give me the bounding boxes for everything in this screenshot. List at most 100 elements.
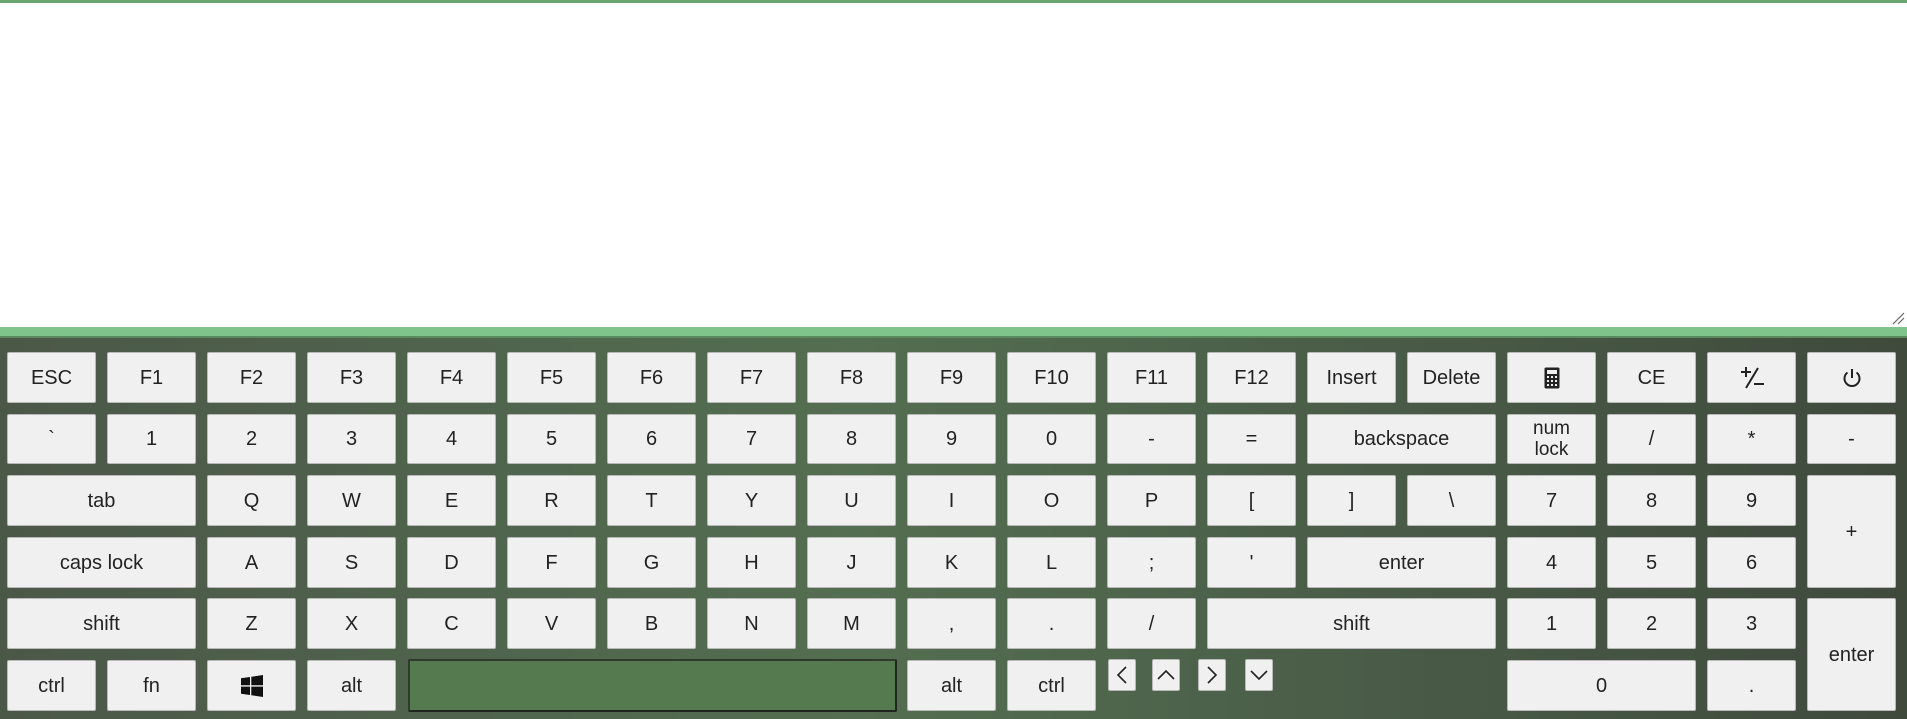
key-e[interactable]: E (407, 475, 496, 526)
key-h[interactable]: H (707, 537, 796, 588)
key-j[interactable]: J (807, 537, 896, 588)
key-backslash[interactable]: \ (1407, 475, 1496, 526)
key-r[interactable]: R (507, 475, 596, 526)
key-windows[interactable] (207, 660, 296, 711)
key-f7[interactable]: F7 (707, 352, 796, 403)
key-f10[interactable]: F10 (1007, 352, 1096, 403)
key-w[interactable]: W (307, 475, 396, 526)
key-s[interactable]: S (307, 537, 396, 588)
key-0[interactable]: 0 (1007, 414, 1096, 464)
key-f8[interactable]: F8 (807, 352, 896, 403)
key-caps-lock[interactable]: caps lock (7, 537, 196, 588)
key-q[interactable]: Q (207, 475, 296, 526)
key-n[interactable]: N (707, 598, 796, 649)
key-o[interactable]: O (1007, 475, 1096, 526)
key-plus-minus[interactable] (1707, 352, 1796, 403)
key-num-4[interactable]: 4 (1507, 537, 1596, 588)
key-f5[interactable]: F5 (507, 352, 596, 403)
key-shift-right[interactable]: shift (1207, 598, 1496, 649)
key-semicolon[interactable]: ; (1107, 537, 1196, 588)
key-ce[interactable]: CE (1607, 352, 1696, 403)
key-i[interactable]: I (907, 475, 996, 526)
key-u[interactable]: U (807, 475, 896, 526)
key-enter[interactable]: enter (1307, 537, 1496, 588)
key-f11[interactable]: F11 (1107, 352, 1196, 403)
key-v[interactable]: V (507, 598, 596, 649)
key-f2[interactable]: F2 (207, 352, 296, 403)
key-d[interactable]: D (407, 537, 496, 588)
key-arrow-right[interactable] (1198, 659, 1226, 691)
key-equals[interactable]: = (1207, 414, 1296, 464)
key-num-plus[interactable]: + (1807, 475, 1896, 588)
key-6[interactable]: 6 (607, 414, 696, 464)
key-num-minus[interactable]: - (1807, 414, 1896, 464)
key-5[interactable]: 5 (507, 414, 596, 464)
key-num-decimal[interactable]: . (1707, 660, 1796, 711)
key-delete[interactable]: Delete (1407, 352, 1496, 403)
key-m[interactable]: M (807, 598, 896, 649)
key-backtick[interactable]: ` (7, 414, 96, 464)
key-alt-left[interactable]: alt (307, 660, 396, 711)
key-c[interactable]: C (407, 598, 496, 649)
key-num-8[interactable]: 8 (1607, 475, 1696, 526)
key-arrow-left[interactable] (1108, 659, 1136, 691)
key-esc[interactable]: ESC (7, 352, 96, 403)
key-spacebar[interactable] (408, 659, 897, 712)
key-minus[interactable]: - (1107, 414, 1196, 464)
key-num-divide[interactable]: / (1607, 414, 1696, 464)
key-g[interactable]: G (607, 537, 696, 588)
key-f12[interactable]: F12 (1207, 352, 1296, 403)
key-num-multiply[interactable]: * (1707, 414, 1796, 464)
key-f6[interactable]: F6 (607, 352, 696, 403)
key-8[interactable]: 8 (807, 414, 896, 464)
key-power[interactable] (1807, 352, 1896, 403)
key-z[interactable]: Z (207, 598, 296, 649)
key-fn[interactable]: fn (107, 660, 196, 711)
key-num-6[interactable]: 6 (1707, 537, 1796, 588)
key-2[interactable]: 2 (207, 414, 296, 464)
key-f4[interactable]: F4 (407, 352, 496, 403)
key-arrow-up[interactable] (1152, 659, 1180, 691)
key-num-lock[interactable]: num lock (1507, 414, 1596, 464)
key-p[interactable]: P (1107, 475, 1196, 526)
key-slash[interactable]: / (1107, 598, 1196, 649)
key-7[interactable]: 7 (707, 414, 796, 464)
key-1[interactable]: 1 (107, 414, 196, 464)
key-a[interactable]: A (207, 537, 296, 588)
key-f1[interactable]: F1 (107, 352, 196, 403)
key-period[interactable]: . (1007, 598, 1096, 649)
key-right-bracket[interactable]: ] (1307, 475, 1396, 526)
key-tab[interactable]: tab (7, 475, 196, 526)
key-t[interactable]: T (607, 475, 696, 526)
key-x[interactable]: X (307, 598, 396, 649)
key-num-enter[interactable]: enter (1807, 598, 1896, 711)
key-shift-left[interactable]: shift (7, 598, 196, 649)
key-k[interactable]: K (907, 537, 996, 588)
key-quote[interactable]: ' (1207, 537, 1296, 588)
text-input-area[interactable] (0, 0, 1907, 327)
key-insert[interactable]: Insert (1307, 352, 1396, 403)
key-alt-right[interactable]: alt (907, 660, 996, 711)
key-f9[interactable]: F9 (907, 352, 996, 403)
key-9[interactable]: 9 (907, 414, 996, 464)
key-arrow-down[interactable] (1245, 659, 1273, 691)
key-f[interactable]: F (507, 537, 596, 588)
key-comma[interactable]: , (907, 598, 996, 649)
key-3[interactable]: 3 (307, 414, 396, 464)
key-backspace[interactable]: backspace (1307, 414, 1496, 464)
key-f3[interactable]: F3 (307, 352, 396, 403)
resize-grip-icon[interactable] (1891, 311, 1905, 325)
key-4[interactable]: 4 (407, 414, 496, 464)
key-num-2[interactable]: 2 (1607, 598, 1696, 649)
key-num-7[interactable]: 7 (1507, 475, 1596, 526)
key-num-5[interactable]: 5 (1607, 537, 1696, 588)
key-b[interactable]: B (607, 598, 696, 649)
key-ctrl-right[interactable]: ctrl (1007, 660, 1096, 711)
key-num-3[interactable]: 3 (1707, 598, 1796, 649)
key-ctrl-left[interactable]: ctrl (7, 660, 96, 711)
key-num-0[interactable]: 0 (1507, 660, 1696, 711)
key-num-9[interactable]: 9 (1707, 475, 1796, 526)
key-calculator[interactable] (1507, 352, 1596, 403)
key-num-1[interactable]: 1 (1507, 598, 1596, 649)
key-y[interactable]: Y (707, 475, 796, 526)
